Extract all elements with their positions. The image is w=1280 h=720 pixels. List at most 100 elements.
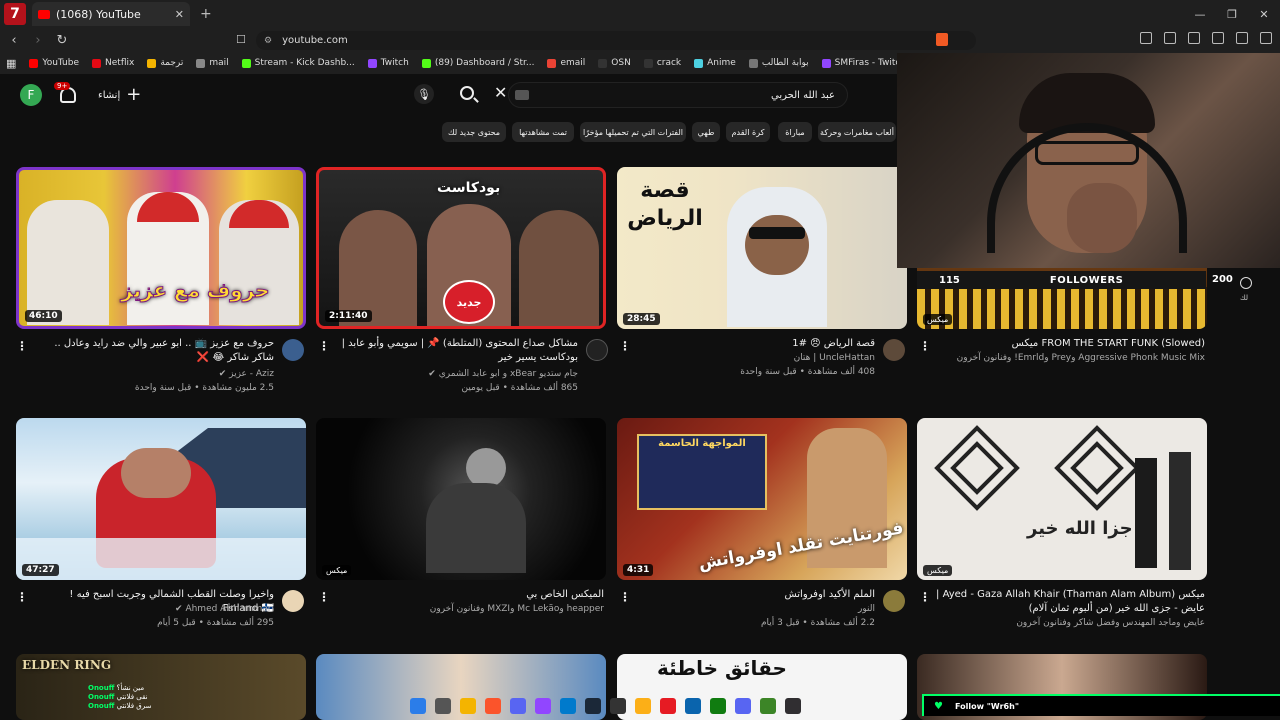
bookmark-item[interactable]: SMFiras - Twitch [821,58,906,68]
search-icon[interactable] [460,86,474,100]
reload-icon[interactable]: ↻ [52,33,72,48]
extension-icon[interactable] [1140,32,1152,44]
more-options-icon[interactable]: ⋮ [318,590,330,604]
menu-icon[interactable] [1260,32,1272,44]
obs-icon[interactable] [785,698,801,714]
channel-name[interactable]: جام ستديو xBear و ابو عابد الشمري ✔ [334,369,578,379]
bookmark-item[interactable]: Stream - Kick Dashb... [241,58,355,68]
search-input[interactable]: عبد الله الحربي [508,82,848,108]
channel-name[interactable]: Ahmed Alshammari ✔ [34,604,274,614]
channel-name[interactable]: UncleHattan | هتان [635,353,875,363]
more-options-icon[interactable]: ⋮ [16,590,28,604]
tab-youtube[interactable]: (1068) YouTube ✕ [32,2,190,26]
channel-name[interactable]: Aziz - عزيز ✔ [34,369,274,379]
bookmark-item[interactable]: Netflix [92,58,134,68]
video-title[interactable]: مشاكل صداع المحتوى (المتلطة) 📌 | سويمي و… [334,337,578,365]
forward-icon[interactable]: › [28,33,48,48]
minimize-button[interactable]: — [1184,0,1216,28]
wallet-icon[interactable] [1236,32,1248,44]
video-title[interactable]: حروف مع عزيز 📺 .. ابو عبير والي ضد رايد … [34,337,274,365]
account-avatar[interactable]: F [20,84,42,106]
minecraft-icon[interactable] [760,698,776,714]
more-options-icon[interactable]: ⋮ [318,339,330,353]
explorer-icon[interactable] [460,698,476,714]
sidebar-icon[interactable] [1212,32,1224,44]
channel-name[interactable]: Aggressive Phonk Music Mix وPrey وEmrld!… [935,353,1205,363]
video-thumbnail[interactable]: حروف مع عزيز 46:10 [16,167,306,329]
apps-grid-icon[interactable]: ▦ [6,57,16,70]
bookmark-item[interactable]: YouTube [29,58,79,68]
back-icon[interactable]: ‹ [4,33,24,48]
epic-icon[interactable] [610,698,626,714]
bookmark-item[interactable]: Anime [694,58,736,68]
more-options-icon[interactable]: ⋮ [919,339,931,353]
channel-avatar[interactable] [282,590,304,612]
more-options-icon[interactable]: ⋮ [619,590,631,604]
keyboard-icon[interactable] [515,90,529,100]
more-options-icon[interactable]: ⋮ [619,339,631,353]
you-icon[interactable] [1240,277,1252,289]
xbox-icon[interactable] [710,698,726,714]
mail-icon[interactable] [685,698,701,714]
video-title[interactable]: الملم الأكيد اوفرواتش [635,588,875,602]
bookmark-item[interactable]: email [547,58,585,68]
brave-icon[interactable] [485,698,501,714]
chrome-icon[interactable] [435,698,451,714]
channel-avatar[interactable] [586,339,608,361]
voice-search-mic-icon[interactable]: 🎙 [414,84,434,104]
chip-recently-uploaded[interactable]: الفترات التي تم تحميلها مؤخرًا [580,122,686,142]
close-window-button[interactable]: ✕ [1248,0,1280,28]
channel-avatar[interactable] [282,339,304,361]
create-button[interactable]: إنشاء + [98,86,141,104]
brave-shield-icon[interactable] [936,33,948,46]
twitch-icon[interactable] [535,698,551,714]
video-thumbnail[interactable]: المواجهة الحاسمة فورتنايت تقلد اوفرواتش … [617,418,907,580]
you-label[interactable]: لك [1240,294,1248,302]
video-thumbnail[interactable]: جزا الله خير ميكس [917,418,1207,580]
chip-match[interactable]: مباراة [778,122,812,142]
steam-icon[interactable] [585,698,601,714]
channel-name[interactable]: heapper وMc Lekão وMXZI وفنانون آخرون [334,604,604,614]
maximize-button[interactable]: ❐ [1216,0,1248,28]
clear-search-icon[interactable]: ✕ [494,83,507,102]
bookmark-item[interactable]: بوابة الطالب [748,58,809,68]
bookmark-item[interactable]: (89) Dashboard / Str... [421,58,534,68]
bookmark-item[interactable]: mail [196,58,229,68]
video-title[interactable]: الميكس الخاص بي [334,588,604,602]
discord2-icon[interactable] [735,698,751,714]
bookmark-item[interactable]: Twitch [367,58,409,68]
extension-icon[interactable] [1164,32,1176,44]
channel-name[interactable]: النور [635,604,875,614]
chip-cooking[interactable]: طهي [692,122,720,142]
windows-icon[interactable] [410,698,426,714]
video-title[interactable]: ميكس FROM THE START FUNK (Slowed) [935,337,1205,351]
channel-name[interactable]: عايض وماجد المهندس وفضل شاكر وفنانون آخر… [935,618,1205,628]
more-options-icon[interactable]: ⋮ [16,339,28,353]
vscode-icon[interactable] [560,698,576,714]
chip-football[interactable]: كرة القدم [726,122,770,142]
new-tab-button[interactable]: + [200,6,212,22]
channel-avatar[interactable] [883,590,905,612]
chip-watched[interactable]: تمت مشاهدتها [512,122,574,142]
chip-adventure[interactable]: ألعاب مغامرات وحركة [818,122,896,142]
adobe-icon[interactable] [660,698,676,714]
url-bar[interactable]: ⚙ youtube.com [256,31,976,50]
video-thumbnail[interactable]: بودكاست جديد 2:11:40 [316,167,606,329]
video-title[interactable]: قصة الرياض 😠 #1 [635,337,875,351]
video-thumbnail[interactable]: ميكس [316,418,606,580]
discord-icon[interactable] [510,698,526,714]
bookmark-icon[interactable]: ☐ [236,33,246,46]
chip-new-for-you[interactable]: محتوى جديد لك [442,122,506,142]
rockstar-icon[interactable] [635,698,651,714]
video-title[interactable]: ميكس Ayed - Gaza Allah Khair (Thaman Ala… [935,588,1205,616]
more-options-icon[interactable]: ⋮ [919,590,931,604]
video-thumbnail[interactable]: ELDEN RING [16,654,306,720]
puzzle-icon[interactable] [1188,32,1200,44]
tab-close-icon[interactable]: ✕ [175,8,184,21]
bookmark-item[interactable]: crack [643,58,681,68]
bookmark-item[interactable]: ترجمة [147,58,183,68]
bookmark-item[interactable]: OSN [598,58,631,68]
video-thumbnail[interactable]: قصة الرياض 28:45 [617,167,907,329]
channel-avatar[interactable] [883,339,905,361]
video-thumbnail[interactable]: 47:27 [16,418,306,580]
